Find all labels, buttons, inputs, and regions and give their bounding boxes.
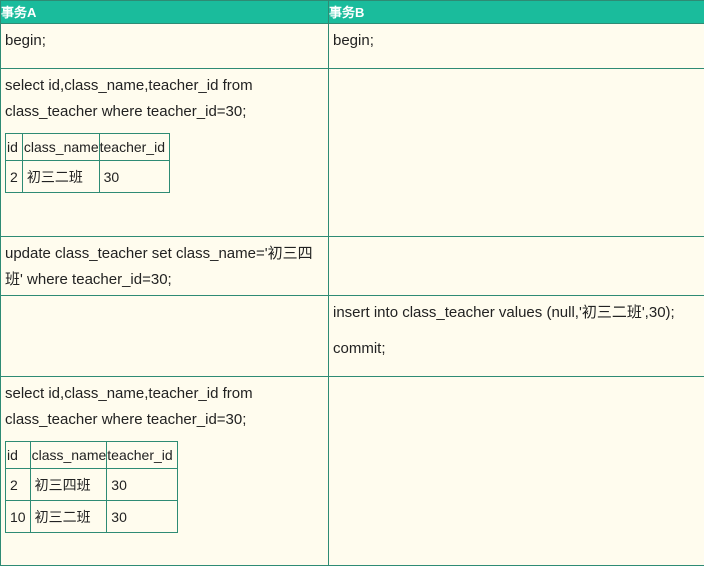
result-col-class-name: class_name — [22, 134, 99, 161]
result-cell: 2 — [6, 161, 23, 193]
step-row: select id,class_name,teacher_id from cla… — [1, 69, 704, 237]
result-cell: 2 — [6, 469, 31, 501]
sql-statement: select id,class_name,teacher_id from cla… — [5, 381, 275, 433]
cell-a-step3: update class_teacher set class_name='初三四… — [1, 237, 329, 296]
cell-b-step5 — [329, 377, 704, 566]
step-row: insert into class_teacher values (null,'… — [1, 296, 704, 377]
result-cell: 初三二班 — [22, 161, 99, 193]
result-table-1: id class_name teacher_id 2 初三二班 30 — [5, 133, 170, 193]
result-cell: 初三四班 — [30, 469, 107, 501]
result-header-row: id class_name teacher_id — [6, 134, 170, 161]
cell-a-step2: select id,class_name,teacher_id from cla… — [1, 69, 329, 237]
result-cell: 初三二班 — [30, 501, 107, 533]
transaction-table: 事务A 事务B begin; begin; select id,class_na… — [0, 0, 704, 566]
result-cell: 30 — [107, 501, 177, 533]
result-row: 2 初三四班 30 — [6, 469, 178, 501]
cell-b-step2 — [329, 69, 704, 237]
sql-statement: begin; — [333, 28, 700, 54]
sql-statement: insert into class_teacher values (null,'… — [333, 300, 700, 326]
header-transaction-b: 事务B — [329, 1, 704, 24]
step-row: select id,class_name,teacher_id from cla… — [1, 377, 704, 566]
sql-statement: update class_teacher set class_name='初三四… — [5, 241, 325, 293]
result-row: 2 初三二班 30 — [6, 161, 170, 193]
result-col-class-name: class_name — [30, 442, 107, 469]
cell-b-step1: begin; — [329, 24, 704, 69]
sql-statement: commit; — [333, 336, 700, 362]
cell-b-step4: insert into class_teacher values (null,'… — [329, 296, 704, 377]
header-transaction-a: 事务A — [1, 1, 329, 24]
result-cell: 10 — [6, 501, 31, 533]
cell-a-step5: select id,class_name,teacher_id from cla… — [1, 377, 329, 566]
cell-b-step3 — [329, 237, 704, 296]
sql-statement: select id,class_name,teacher_id from cla… — [5, 73, 275, 125]
result-cell: 30 — [99, 161, 169, 193]
result-col-teacher-id: teacher_id — [99, 134, 169, 161]
result-cell: 30 — [107, 469, 177, 501]
sql-statement: begin; — [5, 28, 324, 54]
cell-a-step1: begin; — [1, 24, 329, 69]
cell-a-step4 — [1, 296, 329, 377]
step-row: update class_teacher set class_name='初三四… — [1, 237, 704, 296]
result-table-2: id class_name teacher_id 2 初三四班 30 10 初三… — [5, 441, 178, 533]
result-col-id: id — [6, 442, 31, 469]
result-col-id: id — [6, 134, 23, 161]
result-header-row: id class_name teacher_id — [6, 442, 178, 469]
result-row: 10 初三二班 30 — [6, 501, 178, 533]
result-col-teacher-id: teacher_id — [107, 442, 177, 469]
step-row: begin; begin; — [1, 24, 704, 69]
header-row: 事务A 事务B — [1, 1, 704, 24]
